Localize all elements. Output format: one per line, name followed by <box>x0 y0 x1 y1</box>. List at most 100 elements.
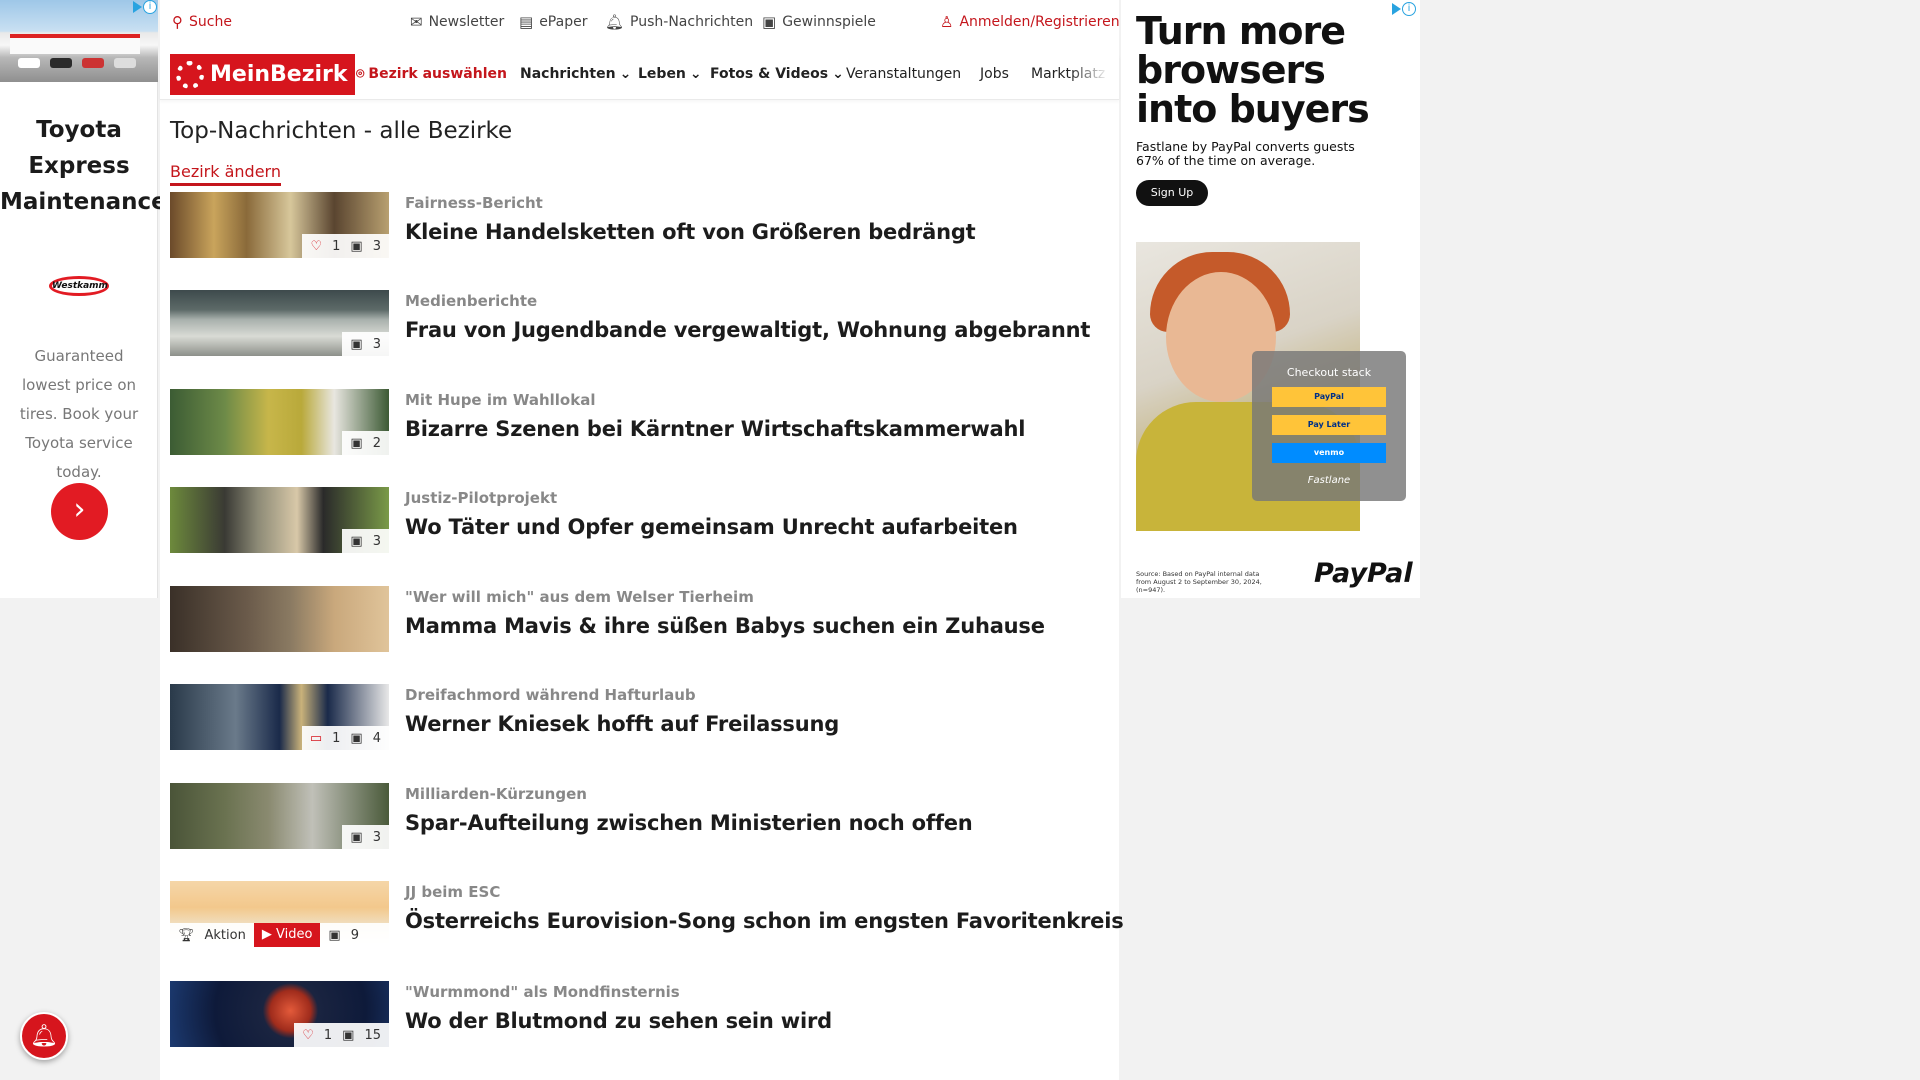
news-headline[interactable]: Werner Kniesek hofft auf Freilassung <box>405 712 839 736</box>
site-logo[interactable]: MeinBezirk <box>170 54 355 95</box>
image-count: 3 <box>372 238 381 254</box>
news-kicker: "Wurmmond" als Mondfinsternis <box>405 983 680 1001</box>
news-headline[interactable]: Kleine Handelsketten oft von Größeren be… <box>405 220 976 244</box>
news-thumbnail[interactable]: ▣ 3 <box>170 290 389 356</box>
news-kicker: Justiz-Pilotprojekt <box>405 489 558 507</box>
news-thumbnail[interactable]: ▣ 3 <box>170 783 389 849</box>
list-item[interactable]: "Wer will mich" aus dem Welser Tierheim … <box>170 586 1110 656</box>
list-item[interactable]: ♡ 1 ▣ 15 "Wurmmond" als Mondfinsternis W… <box>170 981 1110 1051</box>
ad-choices[interactable]: i <box>133 0 157 14</box>
news-thumbnail[interactable]: ▭ 1 ▣ 4 <box>170 684 389 750</box>
page-title: Top-Nachrichten - alle Bezirke <box>170 118 513 144</box>
signup-button[interactable]: Sign Up <box>1136 180 1208 206</box>
newspaper-icon: ▤ <box>519 12 534 31</box>
chevron-down-icon: ⌄ <box>619 66 632 82</box>
right-ad[interactable]: i Turn more browsers into buyers Fastlan… <box>1121 0 1420 598</box>
notification-bell-button[interactable]: 🔔︎ <box>20 1012 68 1060</box>
news-headline[interactable]: Bizarre Szenen bei Kärntner Wirtschaftsk… <box>405 417 1025 441</box>
ad-title: Toyota Express Maintenance <box>0 117 167 215</box>
news-thumbnail[interactable]: ▣ 2 <box>170 389 389 455</box>
news-headline[interactable]: Mamma Mavis & ihre süßen Babys suchen ei… <box>405 614 1045 638</box>
thumb-meta: ▣ 2 <box>342 431 389 455</box>
ad-headline: Turn more browsers into buyers <box>1136 9 1370 131</box>
ad-text: Guaranteed lowest price on tires. Book y… <box>19 347 139 481</box>
image-icon: ▣ <box>342 1027 355 1043</box>
nav-news[interactable]: Nachrichten ⌄ <box>520 66 631 82</box>
comment-count: 1 <box>332 730 341 746</box>
thumb-meta: ▣ 3 <box>342 529 389 553</box>
news-kicker: Fairness-Bericht <box>405 194 543 212</box>
ad-info-icon[interactable]: i <box>143 0 157 14</box>
news-headline[interactable]: Wo Täter und Opfer gemeinsam Unrecht auf… <box>405 515 1018 539</box>
search-icon: ⚲ <box>172 12 183 31</box>
chevron-right-icon: › <box>73 492 86 527</box>
list-item[interactable]: ▭ 1 ▣ 4 Dreifachmord während Hafturlaub … <box>170 684 1110 754</box>
venmo-pill: venmo <box>1272 443 1386 463</box>
newsletter-link[interactable]: ✉ Newsletter <box>410 14 504 30</box>
checkout-title: Checkout stack <box>1286 366 1372 379</box>
image-icon: ▣ <box>350 336 363 352</box>
ad-choices-icon[interactable] <box>1392 3 1401 15</box>
news-thumbnail[interactable]: 🏆︎ Aktion ▶ Video ▣ 9 <box>170 881 389 947</box>
video-label: Video <box>275 927 313 942</box>
user-icon: ♙ <box>940 12 954 31</box>
thumb-meta: ▣ 3 <box>342 332 389 356</box>
video-badge: ▶ Video <box>253 923 321 947</box>
news-headline[interactable]: Österreichs Eurovision-Song schon im eng… <box>405 909 1124 933</box>
image-count: 3 <box>372 829 381 845</box>
nav-news-label: Nachrichten <box>520 66 616 82</box>
left-ad[interactable]: i Toyota Express Maintenance Westkamm Gu… <box>0 0 167 598</box>
news-thumbnail[interactable]: ♡ 1 ▣ 15 <box>170 981 389 1047</box>
ad-go-button[interactable]: › <box>51 483 108 540</box>
news-thumbnail[interactable] <box>170 586 389 652</box>
image-icon: ▣ <box>350 829 363 845</box>
main-column: ⚲ Suche ✉ Newsletter ▤ ePaper 🔔︎ Push-Na… <box>160 0 1124 1080</box>
top-bar: ⚲ Suche ✉ Newsletter ▤ ePaper 🔔︎ Push-Na… <box>160 0 1120 46</box>
ad-info-icon[interactable]: i <box>1402 2 1416 16</box>
nav-life[interactable]: Leben ⌄ <box>638 66 702 82</box>
main-nav: MeinBezirk ⌾ Bezirk auswählen Nachrichte… <box>160 54 1119 100</box>
push-link[interactable]: 🔔︎ Push-Nachrichten <box>605 14 753 30</box>
newsletter-label: Newsletter <box>428 14 505 30</box>
chevron-down-icon: ⌄ <box>689 66 702 82</box>
like-count: 1 <box>332 238 341 254</box>
list-item[interactable]: ▣ 3 Medienberichte Frau von Jugendbande … <box>170 290 1110 360</box>
heart-icon: ♡ <box>302 1027 314 1043</box>
push-label: Push-Nachrichten <box>630 14 754 30</box>
logo-gear-icon <box>176 60 204 89</box>
bell-icon: 🔔︎ <box>30 1024 58 1049</box>
epaper-link[interactable]: ▤ ePaper <box>519 14 587 30</box>
nav-photos[interactable]: Fotos & Videos ⌄ <box>710 66 844 82</box>
thumb-meta: ▣ 3 <box>342 825 389 849</box>
change-district-link[interactable]: Bezirk ändern <box>170 162 281 186</box>
news-thumbnail[interactable]: ♡ 1 ▣ 3 <box>170 192 389 258</box>
nav-photos-label: Fotos & Videos <box>710 66 829 82</box>
news-headline[interactable]: Wo der Blutmond zu sehen sein wird <box>405 1009 832 1033</box>
district-select[interactable]: ⌾ Bezirk auswählen <box>356 66 507 82</box>
image-icon: ▣ <box>328 927 341 943</box>
heart-icon: ♡ <box>310 238 323 254</box>
nav-events[interactable]: Veranstaltungen <box>846 66 961 82</box>
list-item[interactable]: ▣ 2 Mit Hupe im Wahllokal Bizarre Szenen… <box>170 389 1110 459</box>
image-count: 9 <box>350 927 359 943</box>
login-link[interactable]: ♙ Anmelden/Registrieren <box>940 14 1120 30</box>
list-item[interactable]: 🏆︎ Aktion ▶ Video ▣ 9 JJ beim ESC Österr… <box>170 881 1124 951</box>
paypal-logo: PayPal <box>1314 558 1413 589</box>
ad-choices[interactable]: i <box>1392 2 1416 16</box>
nav-jobs[interactable]: Jobs <box>980 66 1009 82</box>
ad-subtext: Fastlane by PayPal converts guests 67% o… <box>1136 139 1355 168</box>
list-item[interactable]: ♡ 1 ▣ 3 Fairness-Bericht Kleine Handelsk… <box>170 192 1110 262</box>
news-headline[interactable]: Frau von Jugendbande vergewaltigt, Wohnu… <box>405 318 1090 342</box>
image-icon: ▣ <box>350 730 363 746</box>
list-item[interactable]: ▣ 3 Milliarden-Kürzungen Spar-Aufteilung… <box>170 783 1110 853</box>
news-kicker: Milliarden-Kürzungen <box>405 785 587 803</box>
news-headline[interactable]: Spar-Aufteilung zwischen Ministerien noc… <box>405 811 973 835</box>
image-count: 3 <box>372 336 381 352</box>
ad-choices-icon[interactable] <box>133 1 142 13</box>
search-link[interactable]: ⚲ Suche <box>172 14 232 30</box>
news-thumbnail[interactable]: ▣ 3 <box>170 487 389 553</box>
promo-label: Aktion <box>204 927 246 943</box>
trophy-icon: 🏆︎ <box>178 927 195 943</box>
list-item[interactable]: ▣ 3 Justiz-Pilotprojekt Wo Täter und Opf… <box>170 487 1110 557</box>
games-link[interactable]: ▣ Gewinnspiele <box>762 14 876 30</box>
